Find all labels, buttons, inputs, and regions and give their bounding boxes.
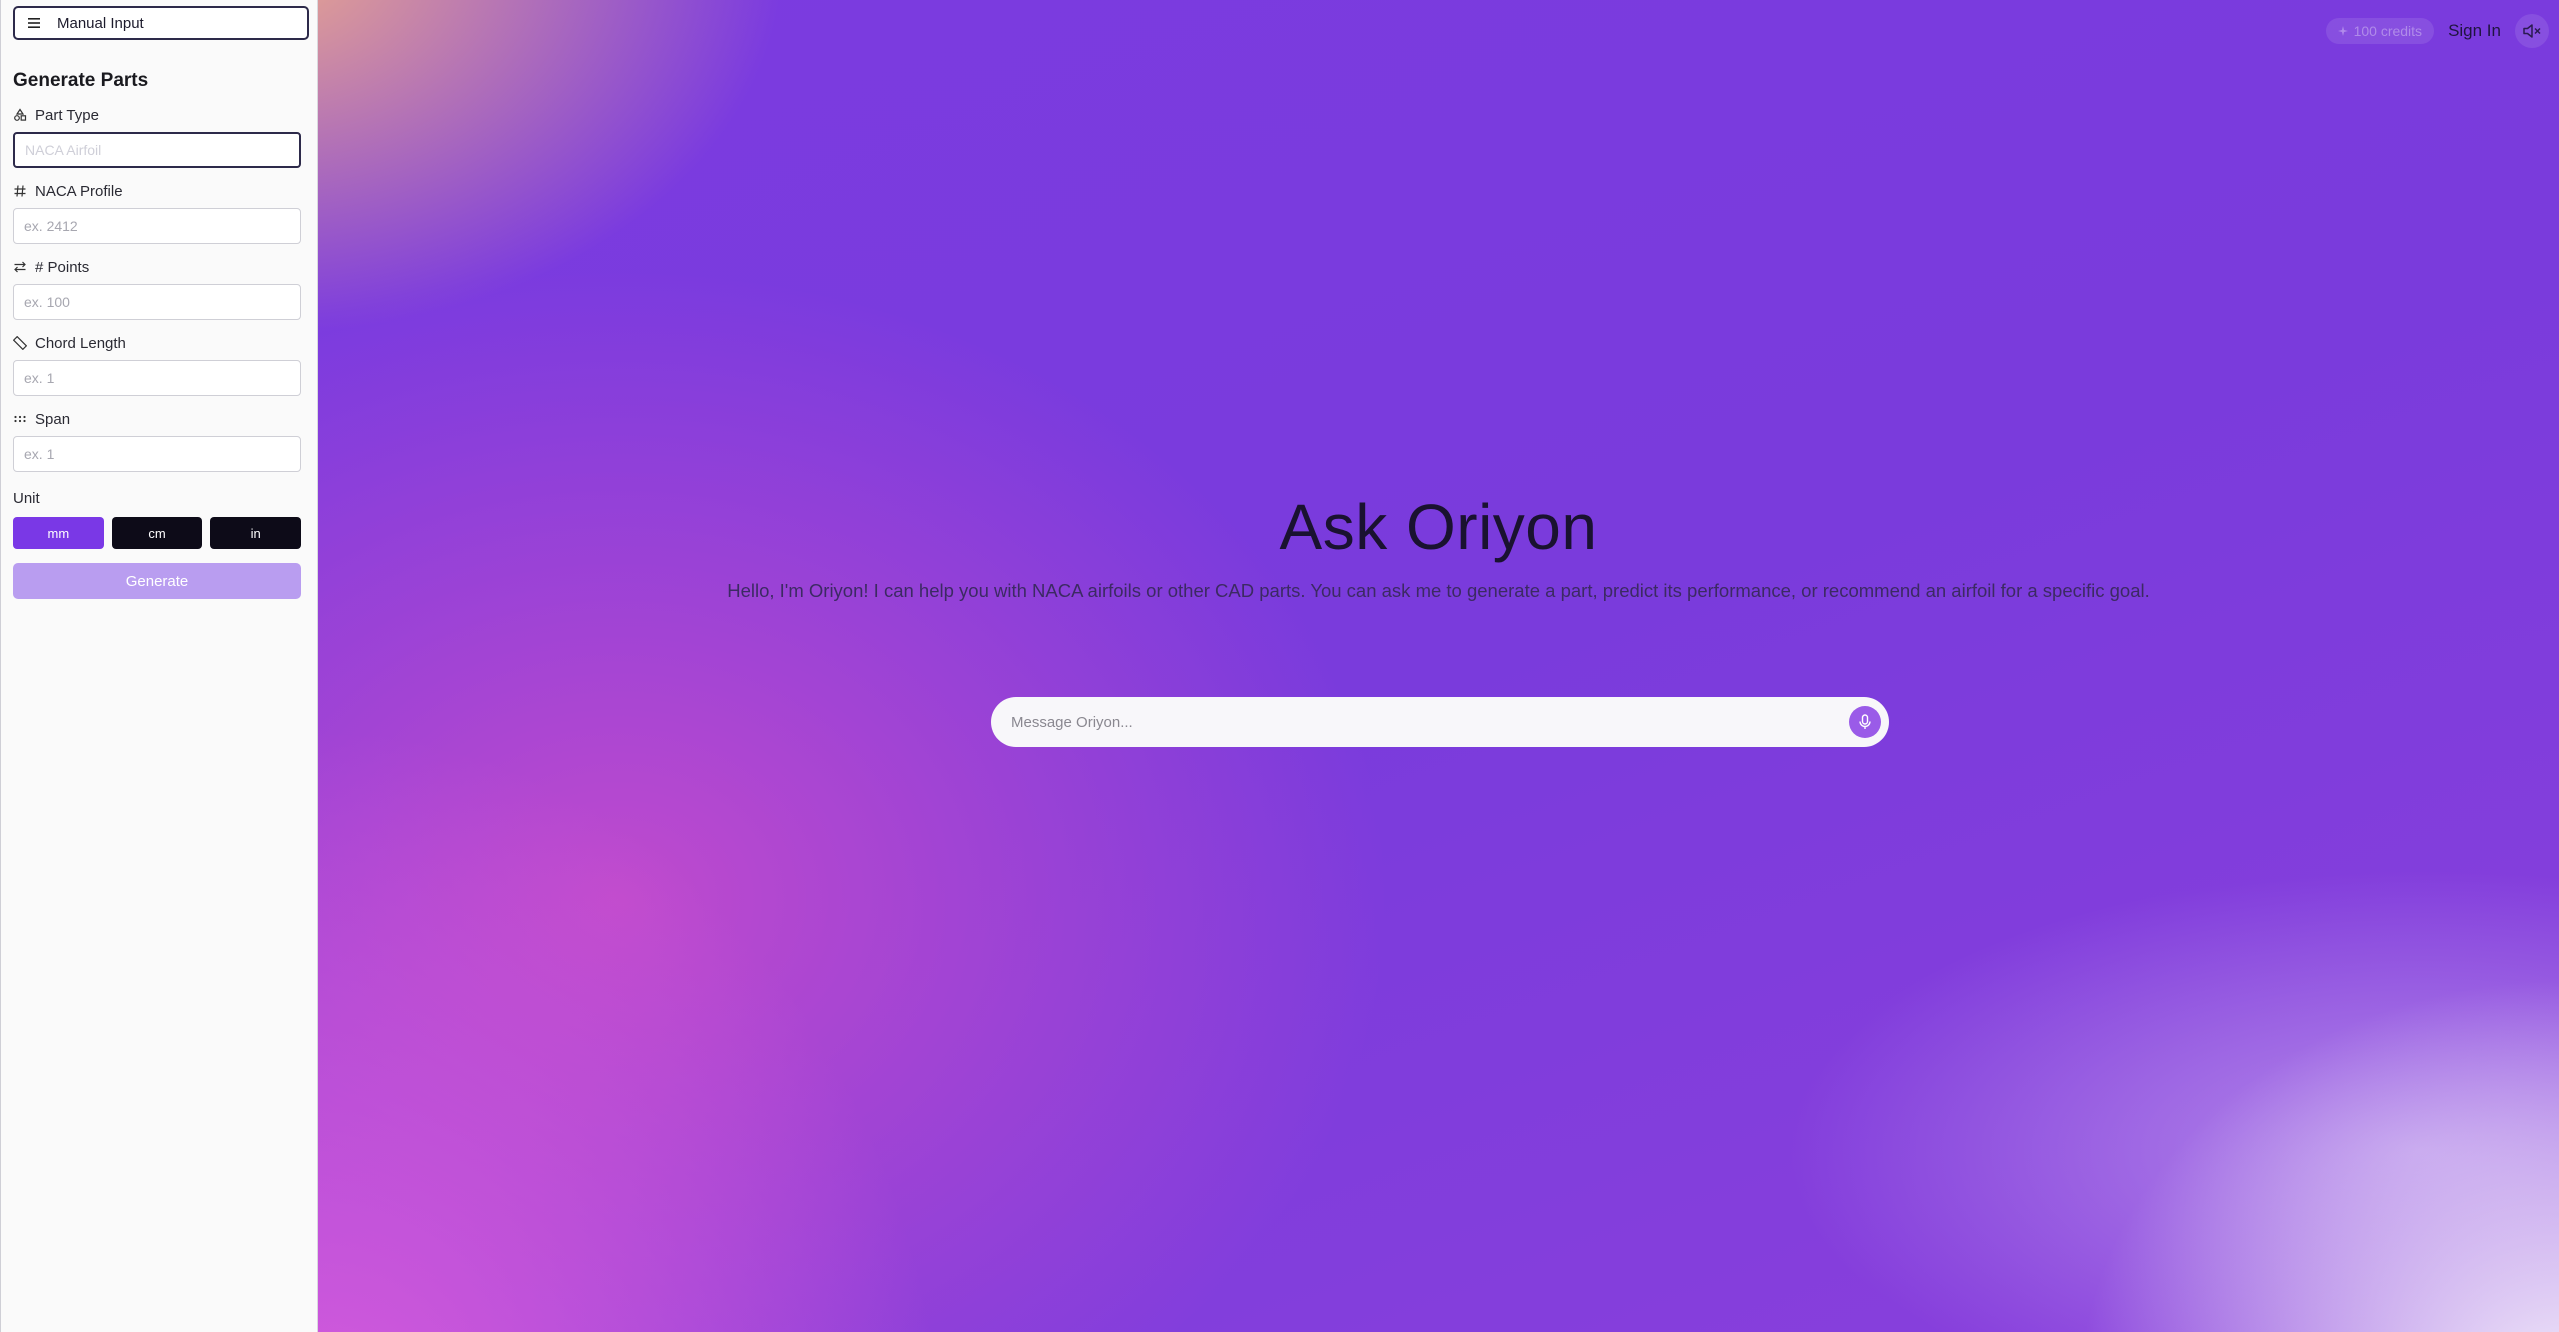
menu-icon xyxy=(28,18,40,28)
section-title: Generate Parts xyxy=(13,70,149,91)
topbar: 100 credits Sign In xyxy=(2325,14,2549,48)
points-label: # Points xyxy=(35,258,90,276)
volume-mute-icon xyxy=(2523,24,2541,38)
unit-in-button[interactable]: in xyxy=(210,517,302,549)
field-span: Span xyxy=(13,410,305,472)
arrows-left-right-icon xyxy=(14,261,26,273)
credits-badge: 100 credits xyxy=(2325,18,2435,44)
part-type-select[interactable] xyxy=(13,132,301,168)
gradient-background xyxy=(318,0,2559,1332)
mute-button[interactable] xyxy=(2515,14,2549,48)
page-title: Ask Oriyon xyxy=(1279,491,1598,563)
app-root: Manual Input Generate Parts Part Type NA… xyxy=(0,0,2559,1332)
credits-text: 100 credits xyxy=(2353,23,2423,39)
sign-in-link[interactable]: Sign In xyxy=(2448,21,2501,41)
main-panel: 100 credits Sign In Ask Oriyon Hello, I'… xyxy=(318,0,2559,1332)
microphone-icon xyxy=(1859,714,1871,729)
field-part-type: Part Type xyxy=(13,106,305,168)
mic-button[interactable] xyxy=(1849,706,1881,738)
unit-label: Unit xyxy=(13,490,40,507)
span-label: Span xyxy=(35,410,71,428)
field-span-label-row: Span xyxy=(13,410,305,428)
chord-length-label: Chord Length xyxy=(35,334,126,352)
chat-bar xyxy=(991,697,1889,747)
ruler-icon xyxy=(13,336,27,350)
field-chord-length-label-row: Chord Length xyxy=(13,334,305,352)
sidebar: Manual Input Generate Parts Part Type NA… xyxy=(0,0,318,1332)
naca-profile-label: NACA Profile xyxy=(35,182,123,200)
hero: Ask Oriyon Hello, I'm Oriyon! I can help… xyxy=(318,490,2559,602)
shapes-icon xyxy=(14,108,27,121)
hash-icon xyxy=(14,185,26,197)
field-points: # Points xyxy=(13,258,305,320)
field-naca-profile: NACA Profile xyxy=(13,182,305,244)
field-part-type-label-row: Part Type xyxy=(13,106,305,124)
span-input[interactable] xyxy=(13,436,301,472)
generate-button[interactable]: Generate xyxy=(13,563,301,599)
hero-subtitle: Hello, I'm Oriyon! I can help you with N… xyxy=(727,580,2150,601)
unit-mm-button[interactable]: mm xyxy=(13,517,104,549)
mode-toggle-button[interactable]: Manual Input xyxy=(13,6,309,40)
field-points-label-row: # Points xyxy=(13,258,305,276)
field-chord-length: Chord Length xyxy=(13,334,305,396)
unit-cm-button[interactable]: cm xyxy=(111,517,203,549)
naca-profile-input[interactable] xyxy=(13,208,301,244)
unit-selector: mm cm in xyxy=(13,517,302,549)
part-type-label: Part Type xyxy=(35,106,99,124)
grip-icon xyxy=(14,415,26,423)
sparkle-icon xyxy=(2337,26,2348,36)
chord-length-input[interactable] xyxy=(13,360,301,396)
mode-toggle-label: Manual Input xyxy=(57,14,144,32)
points-input[interactable] xyxy=(13,284,301,320)
field-naca-profile-label-row: NACA Profile xyxy=(13,182,305,200)
message-input[interactable] xyxy=(1011,713,1849,731)
